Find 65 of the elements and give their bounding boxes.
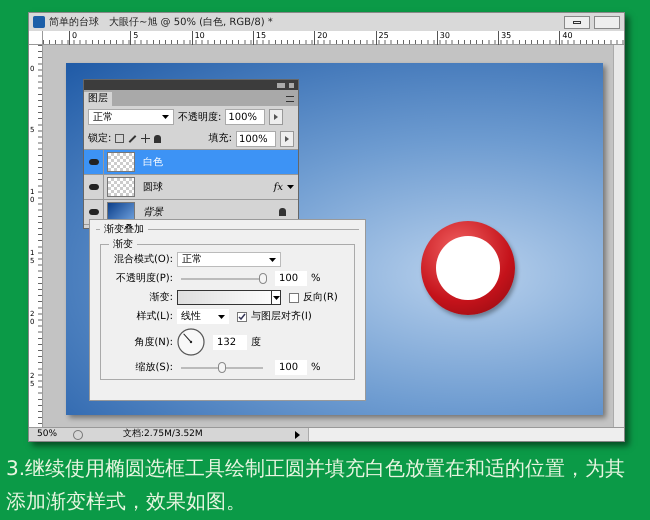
- opacity-label: 不透明度(P):: [114, 272, 173, 286]
- angle-field[interactable]: 132: [213, 334, 247, 350]
- scale-field[interactable]: 100: [275, 360, 307, 375]
- brush-icon[interactable]: [128, 134, 137, 142]
- zoom-level: 50%: [36, 428, 58, 441]
- opacity-field[interactable]: 100: [275, 271, 307, 286]
- caret-icon: [218, 314, 225, 318]
- status-icon: [73, 430, 83, 440]
- blend-mode-dropdown[interactable]: 正常: [88, 109, 174, 125]
- align-checkbox[interactable]: [237, 312, 247, 322]
- angle-label: 角度(N):: [133, 336, 173, 350]
- lock-label: 锁定:: [88, 132, 112, 146]
- slider-thumb[interactable]: [218, 362, 226, 373]
- layers-tab[interactable]: 图层: [84, 92, 112, 106]
- angle-dial[interactable]: [177, 328, 205, 356]
- opacity-label: 不透明度:: [178, 110, 222, 124]
- panel-menu-icon[interactable]: [286, 96, 294, 102]
- layer-row[interactable]: 圆球 fx: [84, 175, 298, 200]
- close-icon[interactable]: [289, 82, 294, 88]
- fill-field[interactable]: 100%: [236, 130, 276, 146]
- transparent-thumbnail: [107, 177, 135, 197]
- layer-name: 白色: [143, 156, 163, 170]
- document-size: 文档:2.75M/3.52M: [122, 428, 204, 441]
- vertical-scrollbar[interactable]: [613, 45, 624, 427]
- caption-text: 3.继续使用椭圆选框工具绘制正圆并填充白色放置在和适的位置，为其添加渐变样式，效果如图。: [6, 455, 626, 515]
- move-icon[interactable]: [141, 134, 150, 143]
- blend-mode-label: 混合模式(O):: [112, 252, 173, 267]
- collapse-icon[interactable]: [277, 82, 285, 88]
- blend-mode-dropdown[interactable]: 正常: [177, 252, 281, 267]
- arrow-button[interactable]: [269, 109, 284, 125]
- minimize-button[interactable]: [564, 16, 590, 28]
- scale-label: 缩放(S):: [134, 360, 173, 375]
- percent-label: %: [311, 361, 321, 375]
- horizontal-scrollbar[interactable]: [308, 428, 624, 441]
- effect-label: fx: [274, 180, 283, 194]
- align-label: 与图层对齐(I): [251, 310, 312, 324]
- group-title: 渐变: [112, 238, 134, 252]
- lock-icon[interactable]: [154, 134, 162, 142]
- status-menu-arrow-icon[interactable]: [295, 430, 300, 438]
- degree-label: 度: [251, 336, 261, 350]
- arrow-icon: [285, 136, 289, 142]
- arrow-button[interactable]: [280, 130, 294, 146]
- lock-transparency-icon[interactable]: [115, 134, 124, 143]
- caret-icon: [287, 185, 294, 189]
- window-title: 简单的台球 大眼仔~旭 @ 50% (白色, RGB/8) *: [49, 16, 273, 30]
- style-label: 样式(L):: [135, 310, 173, 324]
- caret-icon: [269, 258, 276, 262]
- layer-name: 背景: [143, 206, 163, 220]
- fill-label: 填充:: [208, 132, 232, 146]
- transparent-thumbnail: [107, 152, 135, 172]
- section-title: 渐变叠加: [103, 222, 145, 237]
- app-logo-icon: [33, 16, 45, 28]
- gradient-picker[interactable]: [177, 290, 281, 305]
- percent-label: %: [311, 272, 321, 286]
- lock-icon: [279, 208, 286, 216]
- reverse-checkbox[interactable]: [289, 292, 299, 302]
- reverse-label: 反向(R): [303, 291, 338, 305]
- style-dropdown[interactable]: 线性: [177, 309, 229, 324]
- layer-name: 圆球: [143, 180, 163, 194]
- caret-icon: [162, 115, 169, 119]
- gradient-label: 渐变:: [148, 290, 173, 305]
- slider-thumb[interactable]: [259, 273, 267, 284]
- caret-icon: [272, 296, 280, 300]
- arrow-icon: [274, 114, 278, 120]
- opacity-field[interactable]: 100%: [225, 109, 266, 125]
